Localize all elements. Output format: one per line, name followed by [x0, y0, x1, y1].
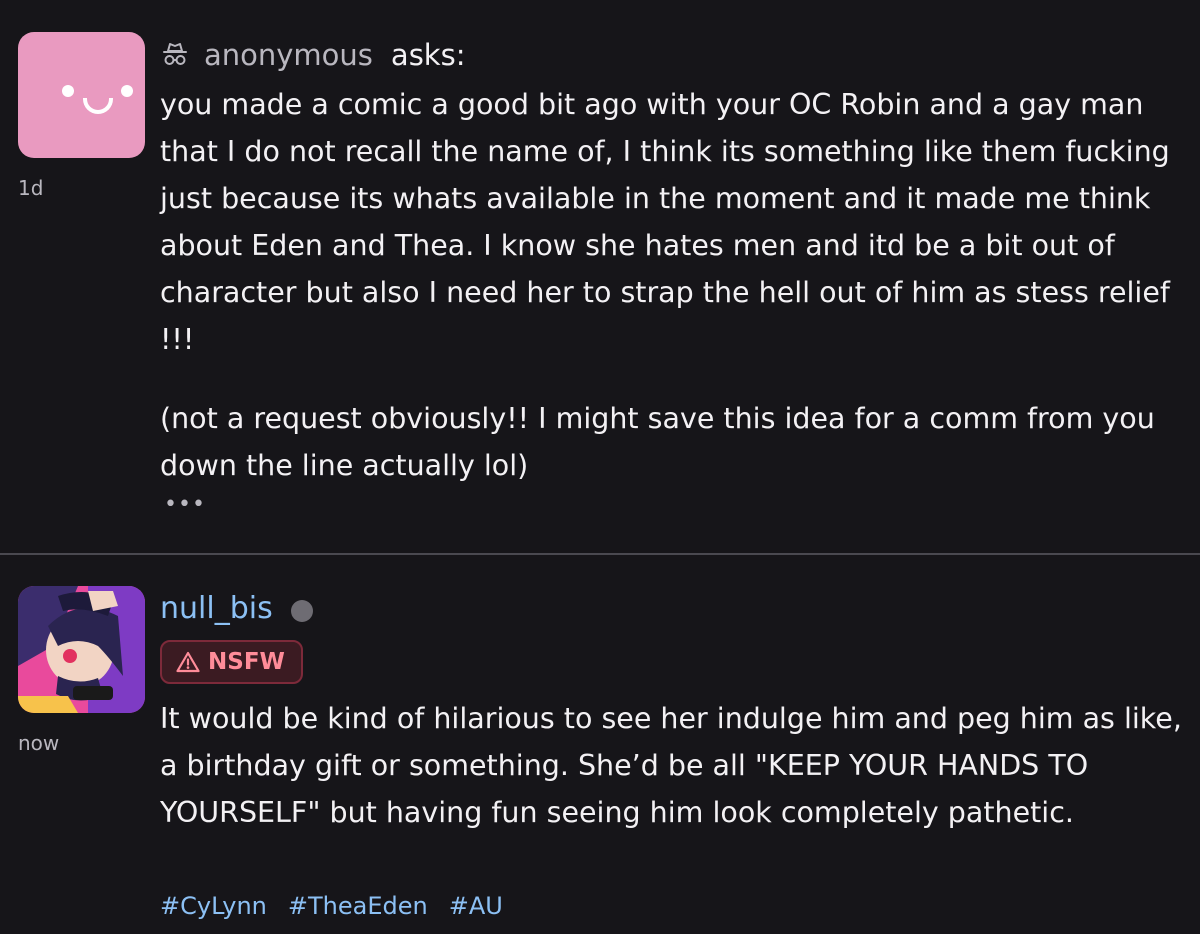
- avatar-eye-left: [62, 85, 74, 97]
- warning-icon: [176, 651, 200, 673]
- avatar-smile: [83, 98, 113, 114]
- ask-paragraph: (not a request obviously!! I might save …: [160, 402, 1155, 482]
- ask-timestamp: 1d: [18, 176, 44, 200]
- tag-list: #CyLynn #TheaEden #AU: [160, 892, 503, 920]
- nsfw-label: NSFW: [208, 649, 285, 675]
- nsfw-badge[interactable]: NSFW: [160, 640, 303, 684]
- avatar-eye-right: [121, 85, 133, 97]
- status-dot: [290, 599, 313, 622]
- answer-body: It would be kind of hilarious to see her…: [160, 695, 1190, 836]
- username-link[interactable]: null_bis: [160, 591, 273, 626]
- tag-link[interactable]: #TheaEden: [288, 892, 428, 920]
- tag-link[interactable]: #CyLynn: [160, 892, 267, 920]
- ask-paragraph: you made a comic a good bit ago with you…: [160, 88, 1170, 356]
- answer-paragraph: It would be kind of hilarious to see her…: [160, 702, 1182, 829]
- ask-post: 1d anonymous asks: you made a comic a go…: [0, 0, 1200, 553]
- user-avatar-image: [18, 586, 145, 713]
- anonymous-avatar: [18, 32, 145, 158]
- ask-body: you made a comic a good bit ago with you…: [160, 81, 1190, 489]
- answer-post: now null_bis NSFW It would be kind of hi…: [0, 555, 1200, 934]
- asks-label: asks:: [390, 38, 466, 72]
- user-avatar[interactable]: [18, 586, 145, 713]
- more-options-button[interactable]: •••: [164, 492, 206, 517]
- anon-spy-icon: [163, 43, 187, 65]
- answer-timestamp: now: [18, 731, 60, 755]
- tag-link[interactable]: #AU: [449, 892, 503, 920]
- answer-header: null_bis: [160, 591, 313, 626]
- asker-name: anonymous: [204, 38, 373, 72]
- ask-header: anonymous asks:: [160, 38, 465, 72]
